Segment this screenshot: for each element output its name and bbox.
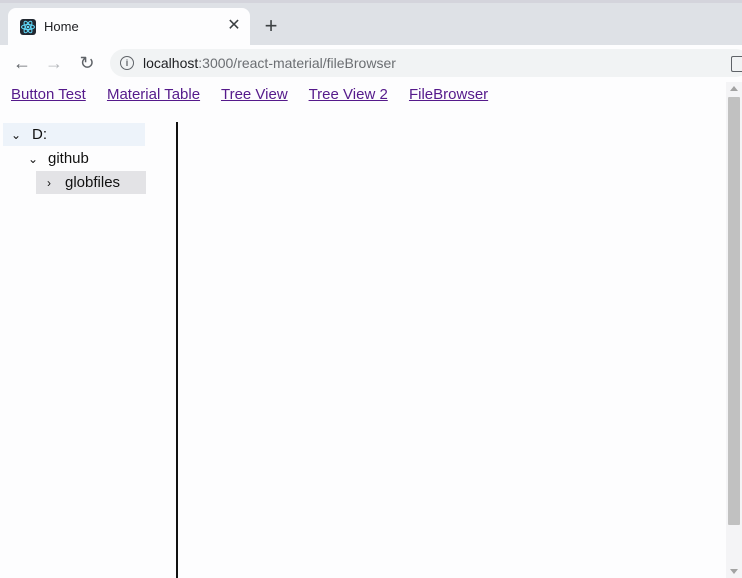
tree-item-globfiles[interactable]: › globfiles bbox=[36, 171, 146, 194]
browser-toolbar: ← → ↻ i localhost:3000/react-material/fi… bbox=[0, 45, 742, 83]
tree-item-label: github bbox=[48, 150, 89, 167]
reload-icon[interactable]: ↻ bbox=[75, 52, 99, 74]
pane-divider[interactable] bbox=[176, 122, 178, 578]
tab-strip: Home ✕ + bbox=[0, 0, 742, 45]
vertical-scrollbar[interactable] bbox=[726, 82, 742, 578]
url-host: localhost bbox=[143, 55, 199, 71]
chevron-right-icon[interactable]: › bbox=[42, 172, 56, 195]
chevron-down-icon[interactable]: ⌄ bbox=[9, 124, 23, 147]
react-favicon-icon bbox=[20, 19, 36, 35]
scroll-thumb[interactable] bbox=[728, 97, 740, 525]
nav-link-filebrowser[interactable]: FileBrowser bbox=[409, 86, 488, 103]
scroll-up-icon[interactable] bbox=[730, 86, 738, 91]
nav-link-tree-view-2[interactable]: Tree View 2 bbox=[309, 86, 388, 103]
tree-item-d-drive[interactable]: ⌄ D: bbox=[3, 123, 145, 146]
nav-link-tree-view[interactable]: Tree View bbox=[221, 86, 288, 103]
page-content: Button Test Material Table Tree View Tre… bbox=[0, 82, 726, 578]
close-tab-icon[interactable]: ✕ bbox=[225, 17, 243, 35]
tab-title: Home bbox=[44, 19, 79, 34]
tree-item-label: globfiles bbox=[65, 174, 121, 191]
scroll-down-icon[interactable] bbox=[730, 569, 738, 574]
forward-arrow-icon[interactable]: → bbox=[42, 52, 66, 74]
nav-link-button-test[interactable]: Button Test bbox=[11, 86, 86, 103]
url-path: :3000/react-material/fileBrowser bbox=[198, 55, 396, 71]
new-tab-icon[interactable]: + bbox=[262, 15, 280, 37]
tree-item-github[interactable]: ⌄ github bbox=[20, 147, 140, 170]
site-info-icon[interactable]: i bbox=[120, 56, 134, 70]
tree-item-label: D: bbox=[32, 126, 47, 143]
nav-link-material-table[interactable]: Material Table bbox=[107, 86, 200, 103]
url-text[interactable]: localhost:3000/react-material/fileBrowse… bbox=[143, 55, 396, 71]
extension-icon[interactable] bbox=[731, 56, 742, 72]
back-arrow-icon[interactable]: ← bbox=[10, 52, 34, 74]
address-bar[interactable]: i localhost:3000/react-material/fileBrow… bbox=[110, 49, 742, 77]
nav-links: Button Test Material Table Tree View Tre… bbox=[11, 86, 505, 103]
browser-tab[interactable]: Home ✕ bbox=[8, 8, 250, 45]
chevron-down-icon[interactable]: ⌄ bbox=[26, 148, 40, 171]
